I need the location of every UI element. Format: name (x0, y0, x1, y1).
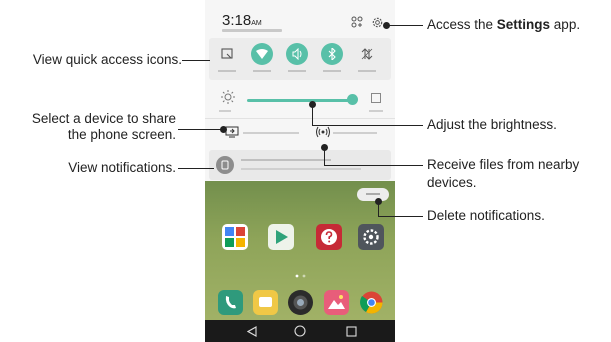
chrome-icon (360, 291, 383, 314)
notification-text (241, 168, 361, 170)
home-button[interactable] (293, 324, 307, 338)
gear-icon (372, 17, 382, 27)
play-store-icon (276, 230, 288, 244)
brightness-slider-handle[interactable] (347, 94, 359, 105)
quick-access-label (358, 70, 376, 72)
settings-callout-line (387, 25, 423, 26)
clock-ampm: AM (251, 20, 262, 27)
share-row (205, 118, 395, 148)
quick-access-item-sound[interactable] (283, 43, 311, 77)
google-folder-app[interactable] (222, 224, 248, 250)
help-app[interactable] (316, 224, 342, 250)
gear-icon (363, 229, 379, 245)
settings-callout-prefix: Access the (427, 17, 497, 32)
gallery-app[interactable] (324, 290, 349, 315)
file-sharing-icon[interactable] (316, 126, 330, 138)
delete-callout: Delete notifications. (427, 208, 545, 223)
phone-screen: 3:18AM (205, 0, 395, 342)
status-bar: 3:18AM (205, 0, 395, 36)
back-icon (247, 325, 257, 337)
recents-icon (345, 325, 357, 337)
notification-panel: 3:18AM (205, 0, 395, 181)
quick-access-item-bluetooth[interactable] (318, 43, 346, 77)
quick-access-row (209, 38, 391, 80)
quick-access-callout: View quick access icons. (32, 52, 182, 67)
bluetooth-icon (321, 43, 343, 65)
chrome-app[interactable] (359, 290, 384, 315)
quick-access-item-data[interactable] (353, 43, 381, 77)
navigation-bar (205, 320, 395, 342)
recents-button[interactable] (344, 324, 358, 338)
quick-access-label (323, 70, 341, 72)
brightness-callout-line (312, 125, 423, 126)
settings-button[interactable] (369, 14, 385, 30)
back-button[interactable] (245, 324, 259, 338)
brightness-icon (221, 90, 235, 104)
google-apps-icon (225, 227, 245, 247)
edit-quick-settings-button[interactable] (349, 14, 365, 30)
settings-app[interactable] (358, 224, 384, 250)
camera-app[interactable] (288, 290, 313, 315)
share-callout-line (178, 129, 222, 130)
settings-callout: Access the Settings app. (427, 17, 580, 33)
notifications-callout: View notifications. (68, 160, 176, 175)
page-indicator (295, 265, 307, 278)
screen-capture-icon (216, 43, 238, 65)
brightness-callout: Adjust the brightness. (427, 117, 557, 132)
receive-callout-line1: Receive files from nearby (427, 157, 580, 172)
notification-title (241, 159, 331, 161)
file-sharing-label (333, 132, 377, 134)
status-date (222, 29, 282, 32)
grid-edit-icon (351, 16, 363, 28)
share-callout-line2: the phone screen. (67, 127, 176, 142)
settings-callout-bold: Settings (496, 17, 551, 32)
receive-callout-line (324, 165, 423, 166)
notification-app-icon (216, 156, 234, 174)
message-icon (259, 297, 272, 307)
quick-access-label (288, 70, 306, 72)
clear-label (366, 193, 380, 195)
auto-brightness-label (369, 110, 383, 112)
quick-access-callout-line (182, 60, 210, 61)
quick-access-label (253, 70, 271, 72)
clear-notifications-button[interactable] (357, 188, 389, 201)
camera-icon (293, 295, 308, 310)
brightness-slider[interactable] (247, 99, 354, 102)
delete-callout-line (378, 216, 423, 217)
clock-time: 3:18 (222, 12, 252, 29)
brightness-label (219, 110, 231, 112)
share-callout-dot (220, 126, 227, 133)
quick-access-label (218, 70, 236, 72)
wifi-icon (251, 43, 273, 65)
brightness-row (205, 84, 395, 118)
messages-app[interactable] (253, 290, 278, 315)
notifications-callout-line (178, 168, 214, 169)
settings-callout-suffix: app. (550, 17, 581, 32)
receive-callout-vline (324, 147, 325, 165)
screen-share-label (243, 132, 299, 134)
phone-app[interactable] (218, 290, 243, 315)
status-clock: 3:18AM (222, 12, 262, 29)
auto-brightness-checkbox[interactable] (371, 93, 381, 103)
phone-icon (225, 296, 236, 309)
quick-access-item-wifi[interactable] (248, 43, 276, 77)
delete-callout-vline (378, 201, 379, 216)
question-icon (321, 229, 337, 245)
screen-share-icon[interactable] (225, 126, 239, 138)
home-icon (294, 325, 306, 337)
receive-callout-line2: devices. (427, 175, 477, 190)
brightness-callout-vline (312, 104, 313, 126)
mobile-data-icon (356, 43, 378, 65)
gallery-icon (328, 295, 345, 309)
play-store-app[interactable] (268, 224, 294, 250)
quick-access-item-screen[interactable] (213, 43, 241, 77)
sound-icon (286, 43, 308, 65)
share-callout-line1: Select a device to share (31, 111, 176, 126)
